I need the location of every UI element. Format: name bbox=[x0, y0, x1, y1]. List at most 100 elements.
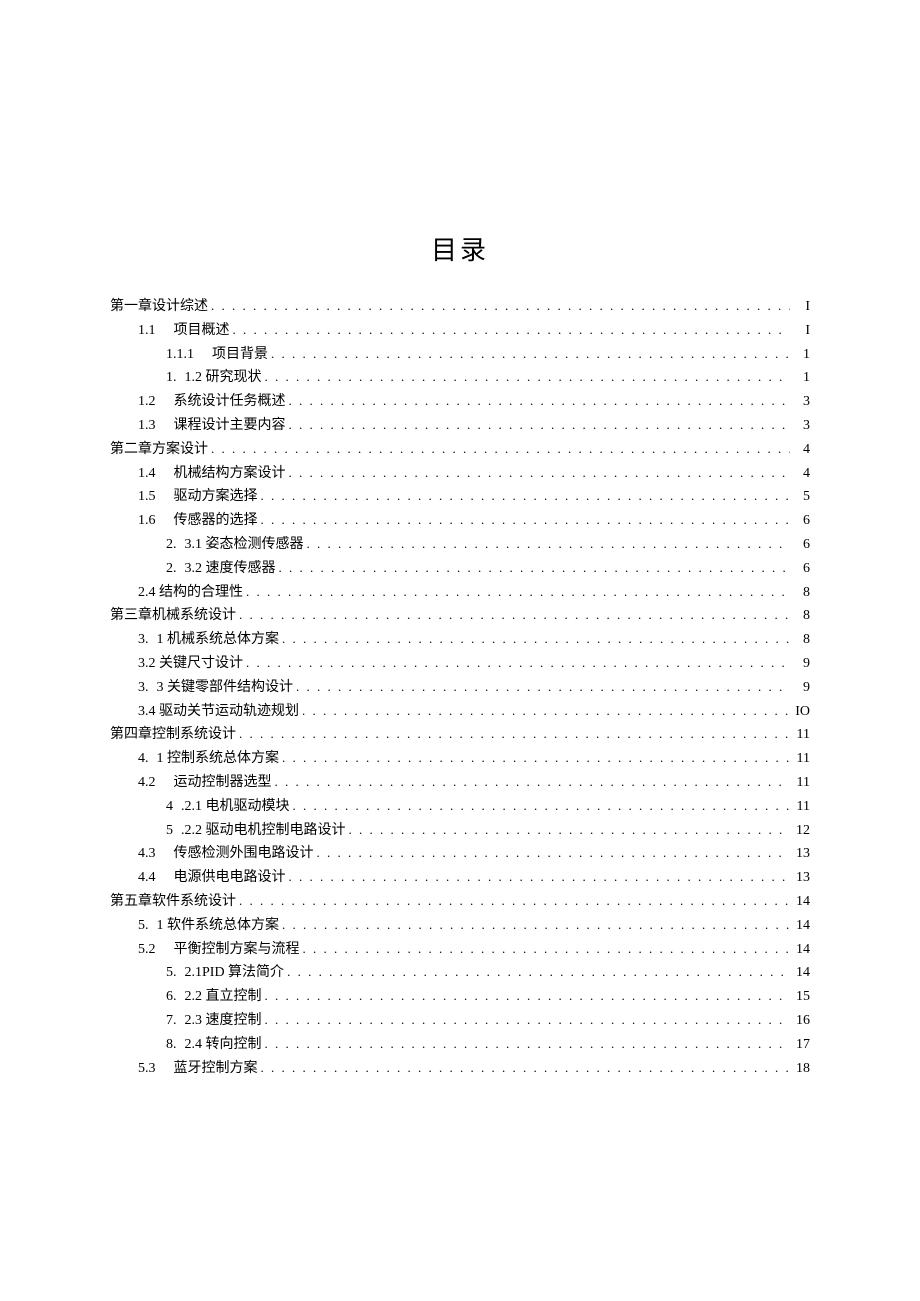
toc-entry-page: 15 bbox=[790, 985, 810, 1009]
toc-entry-number: 1.2 bbox=[138, 390, 156, 414]
toc-entry: 1.5 驱动方案选择 5 bbox=[110, 485, 810, 509]
toc-entry: 3. 3 关键零部件结构设计 9 bbox=[110, 676, 810, 700]
toc-entry-page: 12 bbox=[790, 819, 810, 843]
toc-entry-page: I bbox=[790, 319, 810, 343]
toc-leader-dots bbox=[243, 652, 790, 674]
toc-entry-text: 3 关键零部件结构设计 bbox=[157, 676, 294, 700]
toc-entry-page: 8 bbox=[790, 604, 810, 628]
toc-entry: 3.1 机械系统总体方案8 bbox=[110, 628, 810, 652]
toc-entry-number: 2. bbox=[166, 533, 177, 557]
toc-leader-dots bbox=[268, 343, 790, 365]
toc-leader-dots bbox=[286, 462, 791, 484]
toc-leader-dots bbox=[299, 700, 790, 722]
toc-entry-page: 14 bbox=[790, 890, 810, 914]
toc-entry-text: 传感器的选择 bbox=[174, 509, 258, 533]
toc-entry-page: 16 bbox=[790, 1009, 810, 1033]
toc-leader-dots bbox=[243, 581, 790, 603]
toc-entry: 5.2平衡控制方案与流程14 bbox=[110, 938, 810, 962]
toc-entry-text: 1.2 研究现状 bbox=[185, 366, 262, 390]
toc-entry-number: 1.6 bbox=[138, 509, 156, 533]
toc-entry: 6.2.2 直立控制15 bbox=[110, 985, 810, 1009]
toc-leader-dots bbox=[236, 890, 790, 912]
toc-leader-dots bbox=[304, 533, 791, 555]
toc-entry-page: 6 bbox=[790, 533, 810, 557]
toc-entry-page: 13 bbox=[790, 866, 810, 890]
toc-entry-number: 3. bbox=[138, 676, 149, 700]
toc-entry-text: 第四章控制系统设计 bbox=[110, 723, 236, 747]
toc-leader-dots bbox=[290, 795, 791, 817]
toc-entry: 第二章方案设计 4 bbox=[110, 438, 810, 462]
toc-entry: 5.3蓝牙控制方案18 bbox=[110, 1057, 810, 1081]
toc-leader-dots bbox=[293, 676, 790, 698]
toc-entry-text: 电源供电电路设计 bbox=[174, 866, 286, 890]
toc-entry-text: 系统设计任务概述 bbox=[174, 390, 286, 414]
toc-entry-number: 4.4 bbox=[138, 866, 156, 890]
toc-entry-number: 4.3 bbox=[138, 842, 156, 866]
toc-leader-dots bbox=[279, 628, 790, 650]
toc-entry-number: 3. bbox=[138, 628, 149, 652]
toc-entry-text: 平衡控制方案与流程 bbox=[174, 938, 300, 962]
toc-leader-dots bbox=[279, 747, 790, 769]
toc-leader-dots bbox=[286, 866, 791, 888]
toc-entry-text: 3.4 驱动关节运动轨迹规划 bbox=[138, 700, 299, 724]
toc-entry-page: 17 bbox=[790, 1033, 810, 1057]
toc-entry-text: 驱动方案选择 bbox=[174, 485, 258, 509]
toc-entry: 2.4 结构的合理性8 bbox=[110, 581, 810, 605]
toc-entry: 5.1 软件系统总体方案14 bbox=[110, 914, 810, 938]
toc-entry-number: 5. bbox=[138, 914, 149, 938]
toc-entry-number: 1.5 bbox=[138, 485, 156, 509]
toc-entry-number: 4. bbox=[138, 747, 149, 771]
toc-entry-number: 4 bbox=[166, 795, 173, 819]
toc-entry-page: 11 bbox=[790, 771, 810, 795]
toc-entry: 1.1.2 研究现状1 bbox=[110, 366, 810, 390]
toc-entry-page: 1 bbox=[790, 343, 810, 367]
toc-entry-number: 4.2 bbox=[138, 771, 156, 795]
toc-entry-page: 3 bbox=[790, 390, 810, 414]
toc-leader-dots bbox=[276, 557, 791, 579]
toc-entry-number: 1.1 bbox=[138, 319, 156, 343]
toc-entry-text: 3.1 姿态检测传感器 bbox=[185, 533, 304, 557]
toc-entry: 5.2.2 驱动电机控制电路设计12 bbox=[110, 819, 810, 843]
toc-entry: 7.2.3 速度控制16 bbox=[110, 1009, 810, 1033]
toc-entry: 第三章机械系统设计8 bbox=[110, 604, 810, 628]
toc-entry-page: 9 bbox=[790, 652, 810, 676]
toc-entry: 第五章软件系统设计 14 bbox=[110, 890, 810, 914]
toc-entry-text: .2.2 驱动电机控制电路设计 bbox=[181, 819, 346, 843]
toc-entry: 第一章设计综述I bbox=[110, 295, 810, 319]
toc-entry: 1.4机械结构方案设计4 bbox=[110, 462, 810, 486]
toc-entry-text: 2.4 结构的合理性 bbox=[138, 581, 243, 605]
toc-leader-dots bbox=[208, 438, 790, 460]
toc-entry: 第四章控制系统设计11 bbox=[110, 723, 810, 747]
toc-entry-text: 第二章方案设计 bbox=[110, 438, 208, 462]
toc-container: 第一章设计综述I1.1项目概述I1.1.1项目背景11.1.2 研究现状11.2… bbox=[110, 295, 810, 1080]
toc-leader-dots bbox=[262, 1033, 791, 1055]
toc-entry: 4.4 电源供电电路设计 13 bbox=[110, 866, 810, 890]
toc-entry-text: 传感检测外围电路设计 bbox=[174, 842, 314, 866]
toc-entry-page: 4 bbox=[790, 438, 810, 462]
toc-entry: 3.2 关键尺寸设计9 bbox=[110, 652, 810, 676]
toc-entry-page: 14 bbox=[790, 961, 810, 985]
toc-entry: 1.6传感器的选择6 bbox=[110, 509, 810, 533]
toc-entry-text: 1 机械系统总体方案 bbox=[157, 628, 280, 652]
toc-entry-number: 1.4 bbox=[138, 462, 156, 486]
toc-entry-text: 2.2 直立控制 bbox=[185, 985, 262, 1009]
toc-entry-number: 1.3 bbox=[138, 414, 156, 438]
toc-entry-number: 1.1.1 bbox=[166, 343, 194, 367]
toc-entry-page: 11 bbox=[790, 747, 810, 771]
toc-entry-number: 7. bbox=[166, 1009, 177, 1033]
toc-entry-page: 5 bbox=[790, 485, 810, 509]
toc-entry: 1.2 系统设计任务概述 3 bbox=[110, 390, 810, 414]
toc-leader-dots bbox=[258, 485, 791, 507]
toc-entry-page: IO bbox=[790, 700, 810, 724]
toc-entry-page: 1 bbox=[790, 366, 810, 390]
toc-entry-page: 11 bbox=[790, 795, 810, 819]
toc-leader-dots bbox=[262, 985, 791, 1007]
toc-entry-page: 9 bbox=[790, 676, 810, 700]
toc-entry: 8.2.4 转向控制17 bbox=[110, 1033, 810, 1057]
toc-entry: 4.1 控制系统总体方案11 bbox=[110, 747, 810, 771]
toc-entry: 4.2.1 电机驱动模块11 bbox=[110, 795, 810, 819]
toc-entry-text: 运动控制器选型 bbox=[174, 771, 272, 795]
toc-entry-text: 第五章软件系统设计 bbox=[110, 890, 236, 914]
toc-entry-text: 2.1PID 算法简介 bbox=[185, 961, 285, 985]
toc-entry-number: 8. bbox=[166, 1033, 177, 1057]
